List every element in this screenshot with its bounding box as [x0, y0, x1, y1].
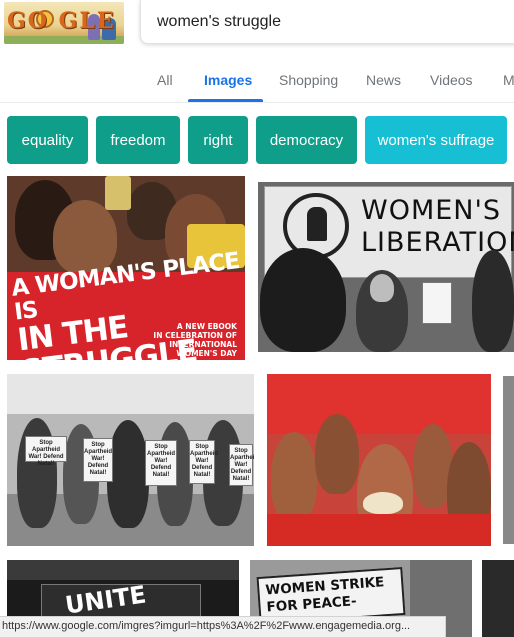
chip-equality[interactable]: equality	[7, 116, 88, 164]
protest-sign: Stop Apartheid War! Defend Natal!	[25, 436, 67, 467]
image-result-womens-liberation[interactable]: WOMEN'S LIBERATION	[258, 182, 514, 352]
chip-womens-suffrage[interactable]: women's suffrage	[365, 116, 507, 164]
chip-right[interactable]: right	[188, 116, 248, 164]
liberation-banner-text: WOMEN'S LIBERATION	[361, 195, 514, 259]
chip-democracy[interactable]: democracy	[256, 116, 357, 164]
photo-background	[7, 560, 239, 580]
protest-sign: Stop Apartheid War! Defend Natal!	[189, 440, 218, 484]
image-result-womens-march[interactable]: Stop Apartheid War! Defend Natal! Stop A…	[7, 374, 254, 546]
photo-flags	[267, 374, 491, 434]
photo-person	[107, 420, 149, 528]
photo-clothing	[363, 492, 403, 514]
photo-sign	[422, 282, 452, 324]
photo-banner	[267, 514, 491, 546]
protest-sign: Stop Apartheid War! Defend Natal!	[145, 440, 177, 486]
search-box[interactable]	[140, 0, 514, 44]
photo-person	[53, 200, 117, 274]
protest-sign: Stop Apartheid War! Defend Natal!	[229, 444, 254, 486]
tab-shopping[interactable]: Shopping	[279, 72, 338, 88]
photo-face	[370, 274, 394, 302]
protest-sign: Stop Apartheid War! Defend Natal!	[83, 438, 113, 482]
search-header: GO GLE	[0, 0, 514, 58]
tab-news[interactable]: News	[366, 72, 401, 88]
search-tabs: All Images Shopping News Videos M	[0, 58, 514, 103]
photo-person	[315, 414, 359, 494]
link-status-bar: https://www.google.com/imgres?imgurl=htt…	[0, 616, 446, 637]
tab-videos[interactable]: Videos	[430, 72, 473, 88]
banner-line1: WOMEN'S	[361, 195, 502, 226]
chip-freedom[interactable]: freedom	[96, 116, 180, 164]
active-tab-indicator	[188, 99, 263, 102]
google-doodle-logo[interactable]: GO GLE	[4, 2, 124, 44]
poster-sub-line1: A NEW EBOOK	[176, 322, 237, 331]
poster-sub-line2: IN CELEBRATION OF	[153, 331, 237, 340]
photo-sky	[7, 374, 254, 414]
photo-person	[472, 250, 514, 352]
image-result-partial[interactable]	[503, 376, 514, 544]
tab-more[interactable]: M	[503, 72, 514, 88]
photo-person	[271, 432, 317, 522]
photo-person	[17, 418, 57, 528]
search-input[interactable]	[157, 11, 497, 33]
doodle-letters: GO GLE	[7, 8, 116, 34]
tab-all[interactable]: All	[157, 72, 173, 88]
poster-subtitle: A NEW EBOOK IN CELEBRATION OF INTERNATIO…	[129, 322, 237, 358]
photo-placard	[105, 176, 131, 210]
tab-images[interactable]: Images	[204, 72, 252, 88]
image-result-red-flags-rally[interactable]	[267, 374, 491, 546]
image-result-womans-place-poster[interactable]: A WOMAN'S PLACE IS IN THE STRUGGLE A NEW…	[7, 176, 245, 360]
photo-person	[260, 248, 346, 352]
image-result-partial[interactable]	[482, 560, 514, 637]
poster-sub-line3: INTERNATIONAL WOMEN'S DAY	[169, 340, 237, 358]
